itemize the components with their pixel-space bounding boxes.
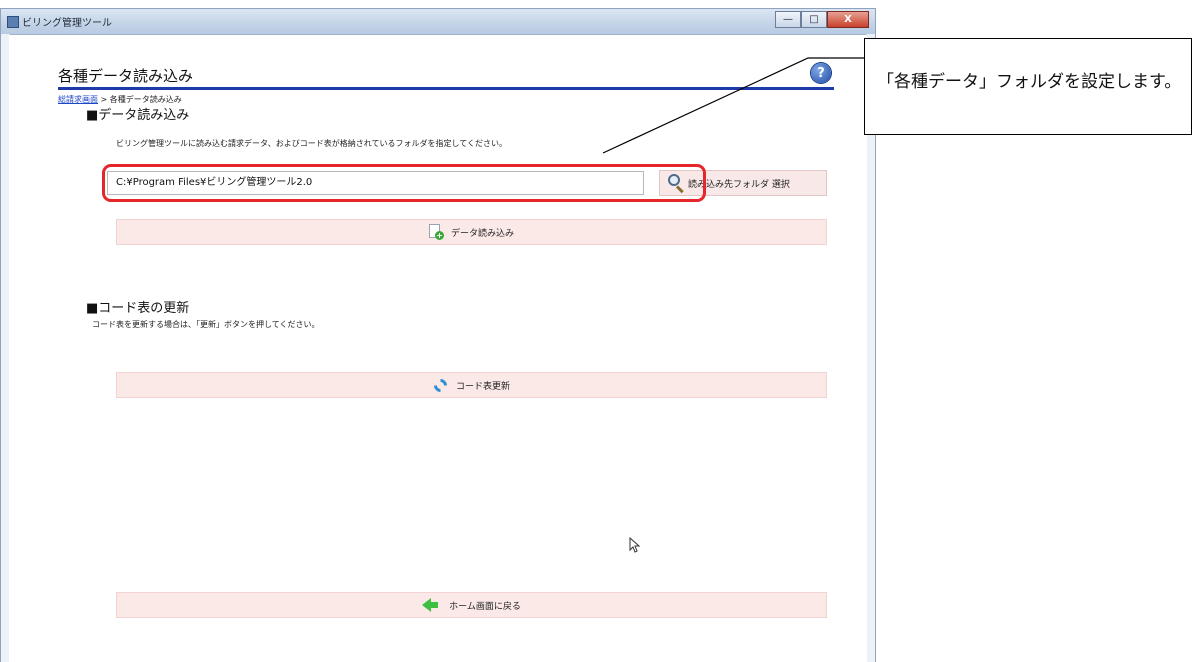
app-icon xyxy=(7,16,19,28)
code-section-heading: ■コード表の更新 xyxy=(86,301,190,316)
update-code-table-button[interactable]: コード表更新 xyxy=(116,372,827,398)
mouse-cursor-icon xyxy=(629,537,641,553)
load-data-button[interactable]: + データ読み込み xyxy=(116,219,827,245)
breadcrumb-current: > 各種データ読み込み xyxy=(100,95,182,104)
code-section-hint: コード表を更新する場合は、「更新」ボタンを押してください。 xyxy=(92,320,320,329)
data-section-heading: ■データ読み込み xyxy=(86,108,190,123)
help-icon[interactable]: ? xyxy=(811,63,831,83)
add-document-icon: + xyxy=(428,224,444,240)
home-button-label: ホーム画面に戻る xyxy=(449,601,521,612)
annotation-callout: 「各種データ」フォルダを設定します。 xyxy=(864,38,1192,135)
load-data-label: データ読み込み xyxy=(450,228,514,239)
maximize-button[interactable]: □ xyxy=(801,11,827,28)
minimize-button[interactable]: — xyxy=(775,11,801,28)
window-title: ビリング管理ツール xyxy=(22,18,112,29)
main-content: 各種データ読み込み ? 総請求画面 > 各種データ読み込み ■データ読み込み ビ… xyxy=(9,35,867,662)
data-section-hint: ビリング管理ツールに読み込む請求データ、およびコード表が格納されているフォルダを… xyxy=(116,139,508,148)
breadcrumb-link-home[interactable]: 総請求画面 xyxy=(58,95,98,104)
title-underline xyxy=(58,87,834,90)
refresh-icon xyxy=(431,375,450,395)
title-bar: ビリング管理ツール — □ X xyxy=(1,9,875,35)
page-title: 各種データ読み込み xyxy=(58,67,194,85)
annotation-highlight-box xyxy=(102,164,706,202)
app-window: ビリング管理ツール — □ X 各種データ読み込み ? 総請求画面 > 各種デー… xyxy=(0,8,876,662)
back-arrow-icon xyxy=(422,598,439,612)
close-button[interactable]: X xyxy=(827,11,869,28)
home-button[interactable]: ホーム画面に戻る xyxy=(116,592,827,618)
update-code-table-label: コード表更新 xyxy=(455,381,510,392)
window-controls: — □ X xyxy=(775,11,869,28)
